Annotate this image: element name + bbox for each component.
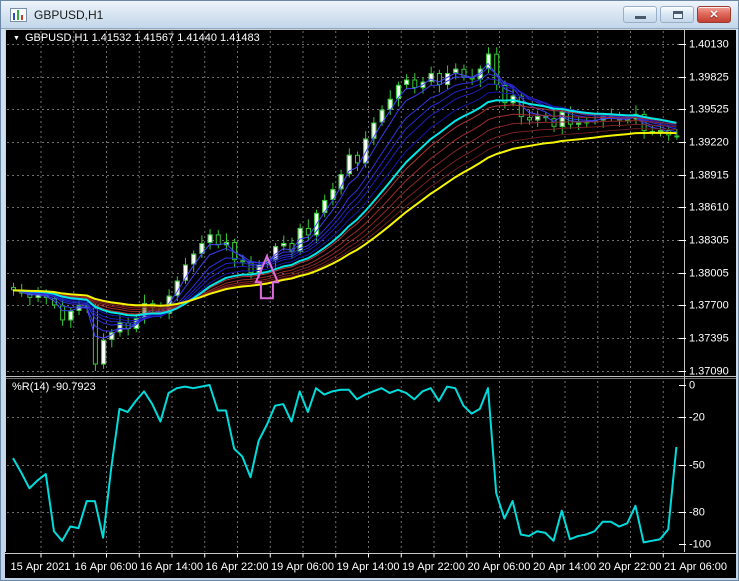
chart-canvas[interactable] — [5, 29, 736, 578]
close-icon: ✕ — [709, 9, 719, 21]
legend-ohlc-text: GBPUSD,H1 1.41532 1.41567 1.41440 1.4148… — [24, 32, 260, 44]
chart-client-area: ▼ GBPUSD,H1 1.41532 1.41567 1.41440 1.414… — [5, 29, 736, 578]
chart-window: GBPUSD,H1 ✕ ▼ GBPUSD,H1 1.41532 1.41567 1… — [0, 0, 739, 581]
title-bar[interactable]: GBPUSD,H1 ✕ — [1, 1, 738, 29]
minimize-icon — [635, 16, 646, 19]
restore-icon — [673, 11, 683, 19]
restore-button[interactable] — [660, 6, 694, 23]
minimize-button[interactable] — [623, 6, 657, 23]
window-title: GBPUSD,H1 — [34, 8, 104, 22]
wpr-indicator-label: %R(14) -90.7923 — [12, 381, 96, 393]
chart-legend[interactable]: ▼ GBPUSD,H1 1.41532 1.41567 1.41440 1.414… — [13, 32, 260, 44]
close-button[interactable]: ✕ — [697, 6, 731, 23]
chart-window-icon — [10, 8, 27, 22]
legend-dropdown-icon[interactable]: ▼ — [13, 35, 20, 42]
